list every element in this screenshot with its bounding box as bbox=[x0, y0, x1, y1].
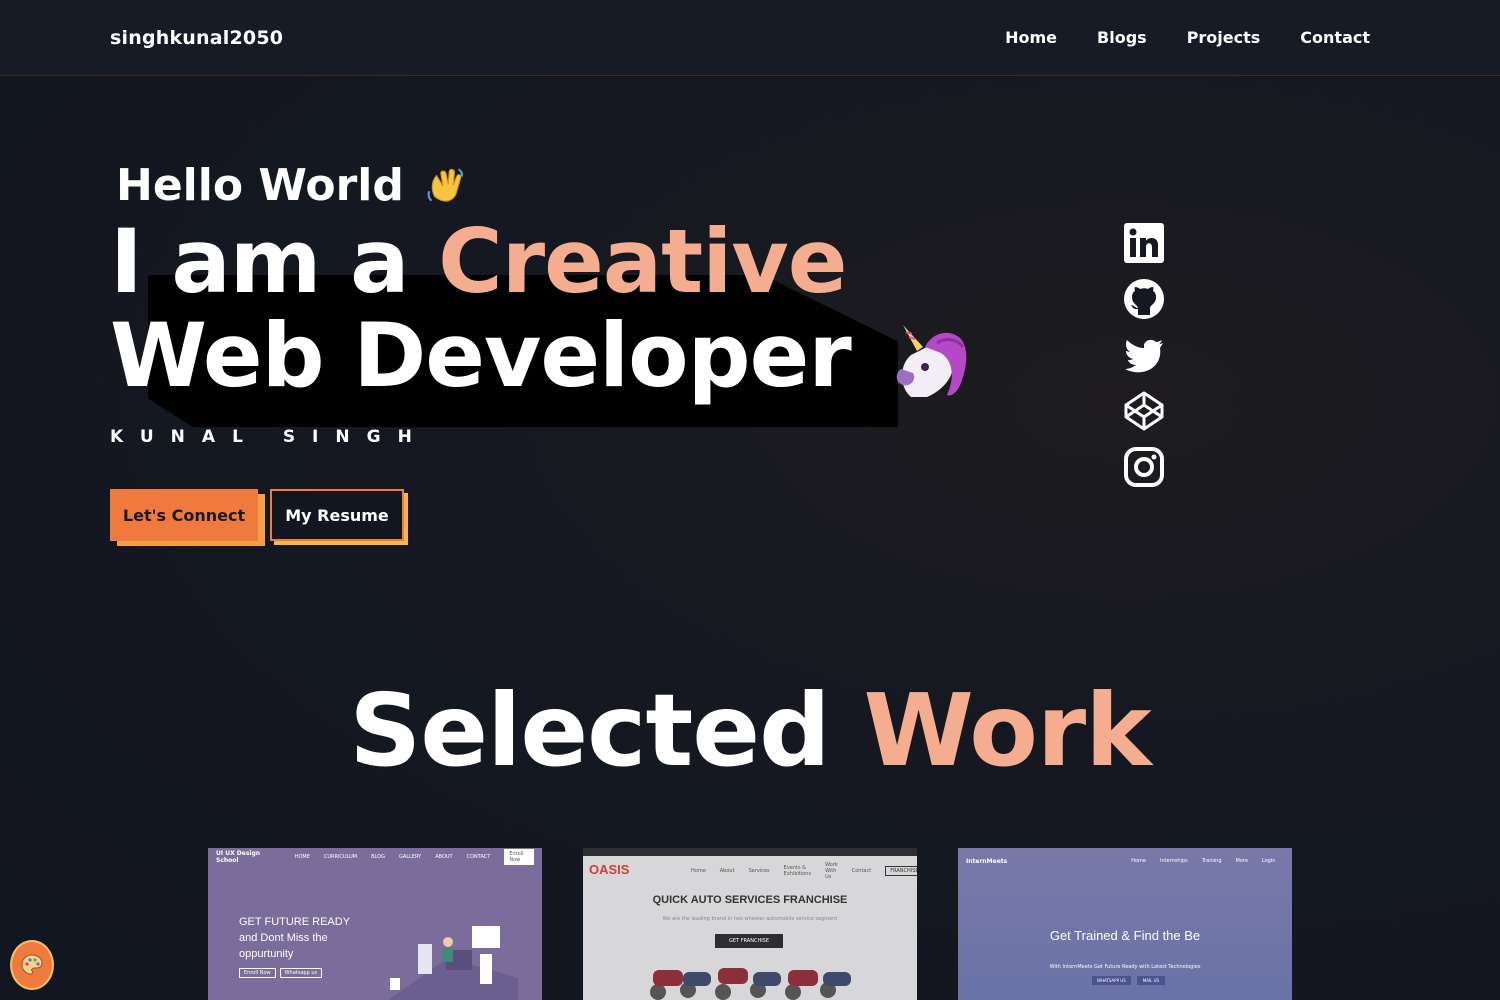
headline-line-2-text: Web Developer bbox=[110, 304, 852, 407]
card-mini-nav: InternMeets Home Internships Training Mo… bbox=[958, 848, 1292, 874]
card-nav-item: Contact bbox=[851, 868, 872, 874]
card-nav-item: HOME bbox=[294, 854, 310, 860]
card-button: Whatsapp us bbox=[279, 968, 323, 978]
project-card-oasis[interactable]: OASIS Home About Services Events & Exhib… bbox=[583, 848, 917, 1000]
card-subline: and Dont Miss the bbox=[239, 932, 328, 944]
nav-link-contact[interactable]: Contact bbox=[1300, 28, 1370, 47]
project-cards: UI UX Design School HOME CURRICULUM BLOG… bbox=[208, 848, 1292, 1000]
headline-accent: Creative bbox=[438, 210, 847, 313]
card-subline: We are the leading brand in two wheeler … bbox=[662, 916, 838, 922]
headline-plain: I am a bbox=[110, 210, 439, 313]
headline: I am a Creative Web Developer bbox=[110, 215, 971, 407]
github-icon[interactable] bbox=[1122, 278, 1166, 320]
card-nav-item: Login bbox=[1261, 858, 1276, 864]
codepen-icon[interactable] bbox=[1122, 390, 1166, 432]
card-headline: QUICK AUTO SERVICES FRANCHISE bbox=[652, 894, 848, 906]
card-button: MAIL US bbox=[1136, 976, 1166, 985]
card-brand: UI UX Design School bbox=[216, 850, 261, 864]
card-cta: Enroll Now bbox=[504, 849, 534, 865]
nav-link-blogs[interactable]: Blogs bbox=[1097, 28, 1147, 47]
project-card-design-school[interactable]: UI UX Design School HOME CURRICULUM BLOG… bbox=[208, 848, 542, 1000]
card-nav-item: Home bbox=[1131, 858, 1146, 864]
scooters-illustration bbox=[650, 968, 851, 1000]
theme-palette-button[interactable] bbox=[10, 940, 54, 990]
card-button: Enroll Now bbox=[239, 968, 276, 978]
card-nav-item: More bbox=[1235, 858, 1248, 864]
card-buttons: WHATSAPP US MAIL US bbox=[1092, 976, 1166, 985]
headline-line-2: Web Developer bbox=[110, 309, 971, 407]
card-mini-nav: UI UX Design School HOME CURRICULUM BLOG… bbox=[208, 848, 542, 866]
card-brand: OASIS bbox=[589, 862, 630, 877]
selected-work-accent: Work bbox=[863, 672, 1151, 789]
selected-work-plain: Selected bbox=[349, 672, 864, 789]
card-subline: oppurtunity bbox=[239, 948, 294, 960]
card-nav-item: ABOUT bbox=[435, 854, 453, 860]
card-nav-item: About bbox=[719, 868, 735, 874]
greeting-text: Hello World bbox=[116, 160, 404, 211]
hero-buttons: Let's Connect My Resume bbox=[110, 489, 971, 542]
card-headline: Get Trained & Find the Be bbox=[1049, 928, 1201, 943]
twitter-icon[interactable] bbox=[1122, 334, 1166, 376]
headline-line-1: I am a Creative bbox=[110, 215, 971, 309]
card-buttons: Enroll Now Whatsapp us bbox=[239, 968, 323, 978]
waving-hand-icon bbox=[427, 167, 463, 202]
card-nav-item: CURRICULUM bbox=[323, 854, 358, 860]
author-name: KUNAL SINGH bbox=[110, 427, 429, 448]
instagram-icon[interactable] bbox=[1122, 446, 1166, 488]
brand-logo[interactable]: singhkunal2050 bbox=[110, 27, 283, 49]
nav-link-home[interactable]: Home bbox=[1005, 28, 1057, 47]
card-headline-text: GET FUTURE READY bbox=[239, 916, 351, 928]
card-button: WHATSAPP US bbox=[1092, 976, 1131, 985]
nav-link-projects[interactable]: Projects bbox=[1187, 28, 1261, 47]
nav-links: Home Blogs Projects Contact bbox=[1005, 28, 1370, 47]
card-nav-item: Home bbox=[691, 868, 706, 874]
card-topbar bbox=[583, 848, 917, 856]
card-nav-item: Events & Exhibitions bbox=[783, 865, 812, 877]
greeting: Hello World bbox=[116, 160, 971, 211]
unicorn-icon bbox=[896, 325, 966, 398]
headline-wrap: I am a Creative Web Developer bbox=[110, 215, 971, 427]
workspace-illustration bbox=[388, 926, 518, 1000]
card-nav-item: CONTACT bbox=[466, 854, 491, 860]
social-links bbox=[1122, 222, 1166, 488]
card-nav-item: BLOG bbox=[371, 854, 385, 860]
card-nav-item: Services bbox=[748, 868, 770, 874]
card-nav-item: Work With Us bbox=[825, 862, 838, 880]
card-button: GET FRANCHISE bbox=[715, 934, 783, 948]
card-cta: FRANCHISE bbox=[885, 866, 917, 876]
card-subline: With InternMeets Get Future Ready with L… bbox=[1049, 964, 1201, 970]
card-nav-item: Internships bbox=[1160, 858, 1188, 864]
card-headline: GET FUTURE READY and Dont Miss the oppur… bbox=[239, 914, 350, 962]
navbar: singhkunal2050 Home Blogs Projects Conta… bbox=[0, 0, 1500, 76]
selected-work-title: Selected Work bbox=[0, 672, 1500, 789]
project-card-internmeets[interactable]: InternMeets Home Internships Training Mo… bbox=[958, 848, 1292, 1000]
linkedin-icon[interactable] bbox=[1122, 222, 1166, 264]
lets-connect-button[interactable]: Let's Connect bbox=[110, 489, 258, 542]
card-brand: InternMeets bbox=[966, 857, 1008, 865]
card-nav-item: Training bbox=[1201, 858, 1222, 864]
card-nav-item: GALLERY bbox=[398, 854, 422, 860]
palette-icon bbox=[21, 954, 43, 975]
card-mini-nav: Home About Services Events & Exhibitions… bbox=[683, 862, 917, 880]
my-resume-button[interactable]: My Resume bbox=[270, 489, 404, 542]
hero-section: Hello World I am a Creative Web Develope… bbox=[110, 160, 971, 542]
